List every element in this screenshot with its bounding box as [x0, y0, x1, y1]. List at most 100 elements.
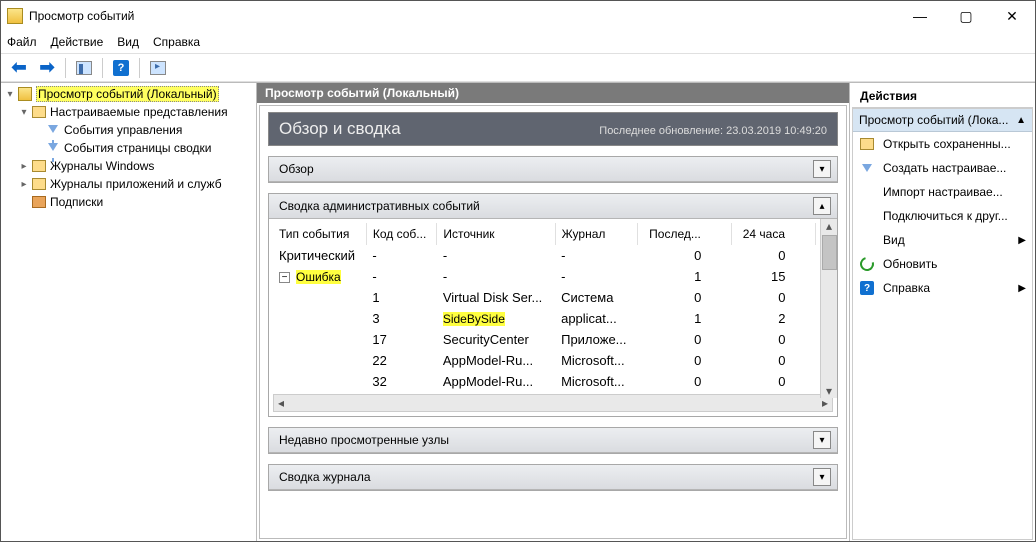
menu-view[interactable]: Вид [117, 35, 139, 49]
close-button[interactable]: ✕ [989, 1, 1035, 31]
table-row[interactable]: 17SecurityCenterПриложе...00 [273, 329, 833, 350]
separator [65, 58, 66, 78]
action-import-custom-view[interactable]: Импорт настраивае... [853, 180, 1032, 204]
col-type[interactable]: Тип события [273, 223, 366, 245]
action-help[interactable]: ? Справка ▶ [853, 276, 1032, 300]
window-title: Просмотр событий [29, 9, 897, 23]
table-row[interactable]: −Ошибка---115 [273, 266, 833, 287]
cell-journal: Microsoft... [555, 350, 637, 371]
cell-type [273, 371, 366, 392]
actions-context-label: Просмотр событий (Лока... [859, 113, 1008, 127]
tree-label: События управления [64, 123, 182, 137]
menu-bar: Файл Действие Вид Справка [1, 31, 1035, 53]
action-view[interactable]: Вид ▶ [853, 228, 1032, 252]
cell-code: 32 [366, 371, 436, 392]
tree-mgmt-events[interactable]: События управления [1, 121, 256, 139]
table-row[interactable]: 32AppModel-Ru...Microsoft...00 [273, 371, 833, 392]
show-hide-tree-button[interactable] [72, 56, 96, 80]
actions-pane: Действия Просмотр событий (Лока... ▲ Отк… [850, 83, 1035, 541]
tree-label: События страницы сводки [64, 141, 211, 155]
panel-title: Недавно просмотренные узлы [279, 433, 449, 447]
cell-code: 1 [366, 287, 436, 308]
expander-icon[interactable]: − [279, 272, 290, 283]
cell-last: 0 [637, 329, 731, 350]
action-open-saved-log[interactable]: Открыть сохраненны... [853, 132, 1032, 156]
back-button[interactable]: ⬅ [7, 56, 31, 80]
filter-icon [862, 164, 872, 172]
cell-24h: 0 [731, 350, 815, 371]
vertical-scrollbar[interactable]: ▴▾ [820, 219, 837, 398]
menu-action[interactable]: Действие [51, 35, 104, 49]
help-button[interactable]: ? [109, 56, 133, 80]
action-label: Открыть сохраненны... [883, 137, 1026, 151]
action-create-custom-view[interactable]: Создать настраивае... [853, 156, 1032, 180]
panel-overview-head[interactable]: Обзор ▾ [269, 157, 837, 182]
action-refresh[interactable]: Обновить [853, 252, 1032, 276]
action-connect-computer[interactable]: Подключиться к друг... [853, 204, 1032, 228]
menu-help[interactable]: Справка [153, 35, 200, 49]
action-label: Подключиться к друг... [883, 209, 1026, 223]
expand-icon[interactable]: ▸ [17, 179, 31, 190]
tree-windows-logs[interactable]: ▸ Журналы Windows [1, 157, 256, 175]
folder-open-icon [860, 138, 874, 150]
cell-code: - [366, 266, 436, 287]
tree-summary-events[interactable]: События страницы сводки [1, 139, 256, 157]
actions-context-header[interactable]: Просмотр событий (Лока... ▲ [853, 109, 1032, 132]
cell-code: - [366, 245, 436, 266]
cell-type [273, 329, 366, 350]
table-row[interactable]: 3SideBySideapplicat...12 [273, 308, 833, 329]
table-row[interactable]: Критический---00 [273, 245, 833, 266]
cell-24h: 15 [731, 266, 815, 287]
col-source[interactable]: Источник [437, 223, 555, 245]
table-row[interactable]: 1Virtual Disk Ser...Система00 [273, 287, 833, 308]
expand-icon[interactable]: ▸ [17, 161, 31, 172]
show-hide-action-button[interactable] [146, 56, 170, 80]
col-last[interactable]: Послед... [637, 223, 731, 245]
forward-button[interactable]: ➡ [35, 56, 59, 80]
cell-last: 1 [637, 308, 731, 329]
help-icon: ? [860, 281, 874, 295]
cell-last: 1 [637, 266, 731, 287]
cell-code: 22 [366, 350, 436, 371]
panel-title: Обзор [279, 162, 314, 176]
horizontal-scrollbar[interactable]: ◂▸ [273, 394, 833, 412]
panel-recent-nodes: Недавно просмотренные узлы ▾ [268, 427, 838, 454]
chevron-down-icon[interactable]: ▾ [813, 468, 831, 486]
folder-icon [32, 160, 46, 172]
cell-24h: 0 [731, 329, 815, 350]
cell-24h: 0 [731, 287, 815, 308]
panel-recent-head[interactable]: Недавно просмотренные узлы ▾ [269, 428, 837, 453]
admin-table-wrap: Тип события Код соб... Источник Журнал П… [269, 219, 837, 416]
maximize-button[interactable]: ▢ [943, 1, 989, 31]
tree-root[interactable]: ▾ Просмотр событий (Локальный) [1, 85, 256, 103]
col-code[interactable]: Код соб... [366, 223, 436, 245]
cell-journal: Приложе... [555, 329, 637, 350]
tree-app-logs[interactable]: ▸ Журналы приложений и служб [1, 175, 256, 193]
tree-custom-views[interactable]: ▾ Настраиваемые представления [1, 103, 256, 121]
panel-admin-head[interactable]: Сводка административных событий ▴ [269, 194, 837, 219]
main-content: ▾ Просмотр событий (Локальный) ▾ Настраи… [1, 82, 1035, 541]
cell-source: Virtual Disk Ser... [437, 287, 555, 308]
chevron-down-icon[interactable]: ▾ [813, 160, 831, 178]
cell-source: SecurityCenter [437, 329, 555, 350]
menu-file[interactable]: Файл [7, 35, 37, 49]
collapse-icon[interactable]: ▾ [3, 89, 17, 100]
last-updated: Последнее обновление: 23.03.2019 10:49:2… [599, 125, 827, 137]
refresh-icon [857, 254, 876, 273]
tree-root-label: Просмотр событий (Локальный) [36, 86, 219, 102]
minimize-button[interactable]: — [897, 1, 943, 31]
event-viewer-icon [18, 87, 32, 101]
table-row[interactable]: 22AppModel-Ru...Microsoft...00 [273, 350, 833, 371]
col-journal[interactable]: Журнал [555, 223, 637, 245]
blank-icon [859, 208, 875, 224]
col-24h[interactable]: 24 часа [731, 223, 815, 245]
arrow-right-icon: ➡ [39, 57, 54, 78]
panel-logsum-head[interactable]: Сводка журнала ▾ [269, 465, 837, 490]
center-header: Просмотр событий (Локальный) [257, 83, 849, 103]
tree-subscriptions[interactable]: Подписки [1, 193, 256, 211]
cell-last: 0 [637, 287, 731, 308]
chevron-up-icon[interactable]: ▴ [813, 197, 831, 215]
chevron-down-icon[interactable]: ▾ [813, 431, 831, 449]
collapse-icon[interactable]: ▾ [17, 107, 31, 118]
cell-24h: 2 [731, 308, 815, 329]
